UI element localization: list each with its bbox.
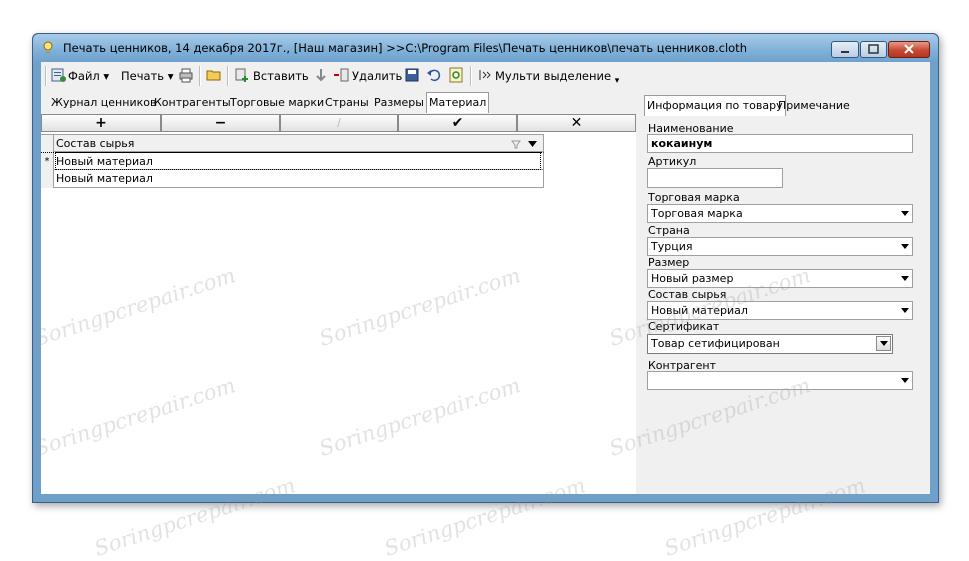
name-field[interactable]: кокаинум	[647, 134, 913, 153]
size-label: Размер	[648, 256, 690, 269]
chevron-down-icon[interactable]	[901, 211, 909, 216]
certificate-label: Сертификат	[648, 320, 720, 333]
table-row[interactable]: Новый материал	[41, 170, 544, 188]
file-menu[interactable]: Файл ▾	[68, 67, 109, 85]
country-label: Страна	[648, 224, 690, 237]
table-row[interactable]: * Новый материал	[41, 152, 544, 171]
certificate-select[interactable]: Товар сетифицирован	[647, 334, 893, 354]
toolbar-grip	[45, 66, 47, 86]
multi-select-label: Мульти выделение	[495, 69, 612, 83]
printer-icon[interactable]	[178, 67, 194, 83]
brand-label: Торговая марка	[648, 191, 740, 204]
window-title: Печать ценников, 14 декабря 2017г., [Наш…	[63, 41, 747, 55]
tab-sizes[interactable]: Размеры	[374, 93, 424, 113]
close-button[interactable]	[888, 41, 930, 58]
tab-brands[interactable]: Торговые марки	[230, 93, 324, 113]
row-marker: *	[41, 153, 54, 171]
open-folder-icon[interactable]	[206, 67, 222, 83]
save-icon[interactable]	[404, 67, 420, 83]
insert-icon	[235, 68, 248, 82]
app-window: Печать ценников, 14 декабря 2017г., [Наш…	[32, 33, 939, 503]
insert-button[interactable]: Вставить	[253, 67, 309, 85]
product-info-pane: Информация по товару Примечание Наименов…	[640, 95, 930, 494]
toolbar-separator	[199, 66, 201, 86]
multi-select-icon	[479, 70, 491, 80]
brand-select[interactable]: Торговая марка	[647, 204, 913, 223]
chevron-down-icon[interactable]	[528, 141, 537, 147]
minimize-button[interactable]	[831, 41, 859, 58]
tab-price-journal[interactable]: Журнал ценников	[51, 93, 156, 113]
chevron-down-icon[interactable]	[901, 244, 909, 249]
dropdown-button[interactable]	[876, 336, 891, 351]
file-icon	[51, 68, 66, 82]
maximize-button[interactable]	[860, 41, 887, 58]
file-menu-label: Файл	[68, 69, 100, 83]
title-bar[interactable]: Печать ценников, 14 декабря 2017г., [Наш…	[33, 34, 938, 62]
material-select[interactable]: Новый материал	[647, 301, 913, 320]
toolbar-separator	[470, 66, 472, 86]
country-select-value: Турция	[651, 240, 693, 253]
grid-button-bar: + − ∕ ✔ ✕	[41, 114, 636, 132]
filter-icon[interactable]	[511, 140, 521, 149]
toolbar-separator	[227, 66, 229, 86]
brand-select-value: Торговая марка	[651, 207, 743, 220]
cancel-button[interactable]: ✕	[517, 114, 636, 132]
article-label: Артикул	[648, 155, 697, 168]
material-select-value: Новый материал	[651, 304, 748, 317]
add-button[interactable]: +	[41, 114, 161, 132]
grid-header: Состав сырья	[41, 134, 544, 153]
tab-counterparties[interactable]: Контрагенты	[154, 93, 231, 113]
client-area: Файл ▾ Печать ▾ Вставить Удалить Мульти …	[41, 62, 930, 494]
row-marker	[41, 170, 54, 188]
row-value[interactable]: Новый материал	[55, 152, 541, 170]
material-label: Состав сырья	[648, 288, 727, 301]
chevron-down-icon[interactable]	[901, 276, 909, 281]
edit-button[interactable]: ∕	[280, 114, 398, 132]
remove-button[interactable]: −	[161, 114, 280, 132]
refresh-icon[interactable]	[448, 67, 464, 83]
chevron-down-icon	[880, 341, 888, 346]
print-menu-label: Печать	[121, 69, 165, 83]
print-menu[interactable]: Печать ▾	[121, 67, 173, 85]
counterparty-select[interactable]	[647, 371, 913, 390]
size-select[interactable]: Новый размер	[647, 269, 913, 288]
certificate-select-value: Товар сетифицирован	[651, 337, 780, 350]
row-value[interactable]: Новый материал	[56, 170, 153, 188]
tab-material[interactable]: Материал	[426, 92, 490, 113]
material-pane: + − ∕ ✔ ✕ Состав сырья * Новый материал	[41, 114, 636, 494]
move-down-icon[interactable]	[313, 67, 329, 83]
lightbulb-icon	[43, 41, 53, 54]
multi-select-button[interactable]: Мульти выделение ▾	[495, 67, 619, 86]
delete-icon	[334, 68, 349, 82]
chevron-down-icon[interactable]	[901, 308, 909, 313]
column-header-material[interactable]: Состав сырья	[56, 135, 134, 153]
chevron-down-icon[interactable]	[901, 378, 909, 383]
grid-corner	[41, 135, 54, 153]
country-select[interactable]: Турция	[647, 237, 913, 256]
article-field[interactable]	[647, 168, 783, 188]
size-select-value: Новый размер	[651, 272, 734, 285]
delete-button[interactable]: Удалить	[352, 67, 402, 85]
undo-icon[interactable]	[426, 67, 442, 83]
toolbar: Файл ▾ Печать ▾ Вставить Удалить Мульти …	[41, 62, 930, 89]
tab-note[interactable]: Примечание	[778, 96, 850, 116]
tab-countries[interactable]: Страны	[325, 93, 369, 113]
confirm-button[interactable]: ✔	[398, 114, 517, 132]
tab-product-info[interactable]: Информация по товару	[644, 95, 786, 116]
